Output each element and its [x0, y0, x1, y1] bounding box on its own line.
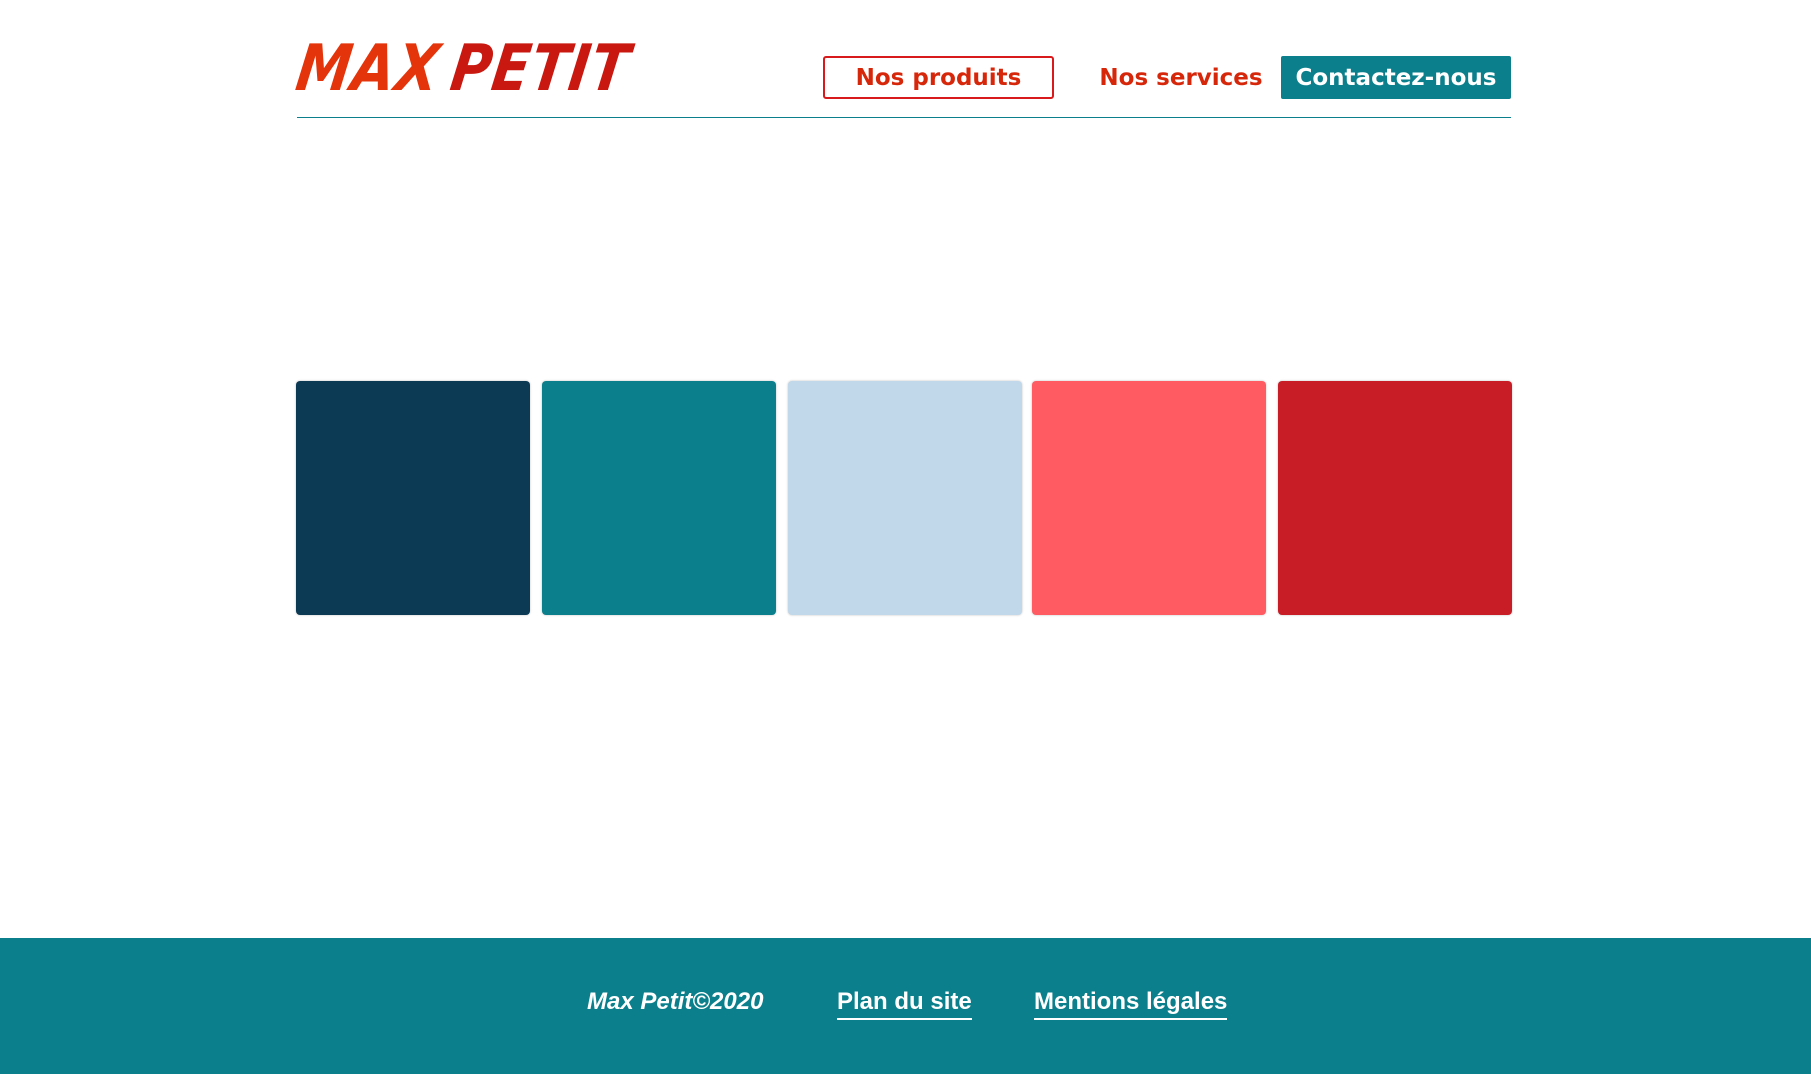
sitemap-link[interactable]: Plan du site [837, 987, 972, 1020]
site-footer: Max Petit©2020 Plan du site Mentions lég… [0, 938, 1811, 1074]
logo-word-petit: PETIT [446, 32, 635, 106]
color-swatch [296, 381, 530, 615]
copyright-text: Max Petit©2020 [587, 988, 764, 1015]
legal-notice-link[interactable]: Mentions légales [1034, 987, 1228, 1020]
color-palette [296, 381, 1512, 615]
nav-services-link[interactable]: Nos services [1081, 56, 1281, 99]
brand-logo[interactable]: MAXPETIT [291, 32, 635, 106]
color-swatch [1032, 381, 1266, 615]
color-swatch [788, 381, 1022, 615]
color-swatch [1278, 381, 1512, 615]
logo-word-max: MAX [291, 32, 445, 106]
site-header: MAXPETIT Nos produits Nos services Conta… [292, 0, 1511, 118]
nav-produits-button[interactable]: Nos produits [823, 56, 1054, 99]
color-swatch [542, 381, 776, 615]
contact-button[interactable]: Contactez-nous [1281, 56, 1511, 99]
